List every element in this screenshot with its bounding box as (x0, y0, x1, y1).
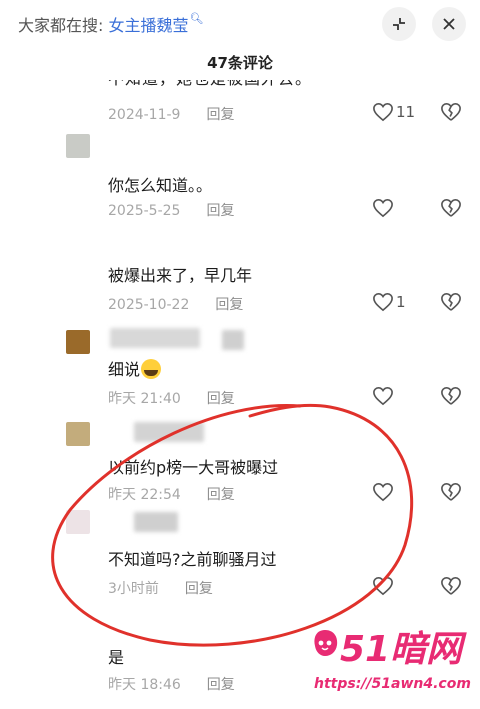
comments-header: 大家都在搜: 女主播魏莹🔍︎ 47条评论 (0, 0, 480, 80)
comment-date: 昨天 22:54 (108, 487, 181, 503)
reply-button[interactable]: 回复 (207, 391, 235, 407)
comment-text: 细说 (108, 356, 162, 380)
like-button[interactable] (372, 576, 396, 596)
reply-button[interactable]: 回复 (207, 677, 235, 693)
dislike-button[interactable] (440, 576, 462, 600)
comment-meta: 昨天 22:54 回复 (108, 484, 235, 504)
heart-icon (373, 198, 393, 218)
like-button[interactable]: 11 (372, 102, 415, 122)
broken-heart-icon (441, 482, 461, 501)
search-keyword[interactable]: 女主播魏莹 (109, 16, 189, 35)
comment-date: 2025-10-22 (108, 297, 190, 313)
comment-meta: 昨天 21:40 回复 (108, 388, 235, 408)
heart-icon (373, 102, 393, 122)
comment-meta: 2025-10-22 回复 (108, 294, 243, 314)
comment-text: 是 (108, 648, 125, 667)
search-icon: 🔍︎ (189, 12, 204, 25)
comment-meta: 2024-11-9 回复 (108, 104, 234, 124)
comment-date: 昨天 21:40 (108, 391, 181, 407)
username-blurred (110, 328, 200, 348)
watermark-url: https://51awn4.com (314, 676, 471, 692)
broken-heart-icon (441, 386, 461, 405)
broken-heart-icon (441, 576, 461, 595)
watermark: 51暗网 https://51awn4.com (310, 620, 471, 700)
comment-text: 以前约p榜一大哥被曝过 (108, 458, 279, 477)
reply-button[interactable]: 回复 (206, 203, 234, 219)
comment-meta: 3小时前 回复 (108, 578, 213, 598)
like-button[interactable] (372, 198, 396, 218)
comment-meta: 2025-5-25 回复 (108, 200, 234, 220)
like-button[interactable] (372, 386, 396, 406)
comment-date: 昨天 18:46 (108, 677, 181, 693)
broken-heart-icon (441, 198, 461, 217)
heart-icon (373, 576, 393, 596)
reply-button[interactable]: 回复 (215, 297, 243, 313)
heart-icon (373, 482, 393, 502)
like-count: 1 (396, 293, 406, 311)
comment-date: 2025-5-25 (108, 203, 181, 219)
username-blurred (134, 422, 204, 442)
comment-text: 不知道吗?之前聊骚月过 (108, 550, 277, 569)
watermark-logo: 51暗网 (340, 629, 463, 670)
dislike-button[interactable] (440, 102, 462, 126)
like-button[interactable]: 1 (372, 292, 406, 312)
comment-text: 你怎么知道。。 (108, 176, 213, 195)
comment-date: 3小时前 (108, 581, 159, 597)
reply-button[interactable]: 回复 (207, 487, 235, 503)
comment-text: 被爆出来了，早几年 (108, 266, 253, 285)
dislike-button[interactable] (440, 482, 462, 506)
comment-count-title: 47条评论 (207, 54, 273, 72)
avatar[interactable] (66, 510, 90, 534)
avatar[interactable] (66, 134, 90, 158)
collapse-button[interactable] (382, 7, 416, 41)
broken-heart-icon (441, 292, 461, 311)
broken-heart-icon (441, 102, 461, 121)
dislike-button[interactable] (440, 292, 462, 316)
avatar[interactable] (66, 330, 90, 354)
avatar[interactable] (66, 422, 90, 446)
reply-button[interactable]: 回复 (185, 581, 213, 597)
dislike-button[interactable] (440, 386, 462, 410)
reply-button[interactable]: 回复 (206, 107, 234, 123)
like-button[interactable] (372, 482, 396, 502)
search-prefix: 大家都在搜: (18, 16, 104, 35)
comment-date: 2024-11-9 (108, 107, 181, 123)
close-button[interactable] (432, 7, 466, 41)
collapse-icon (393, 18, 405, 30)
laughing-emoji-icon (141, 359, 162, 379)
comment-meta: 昨天 18:46 回复 (108, 674, 235, 694)
username-blurred (134, 512, 178, 532)
heart-icon (373, 292, 393, 312)
watermark-mascot-icon (314, 630, 338, 656)
trending-search[interactable]: 大家都在搜: 女主播魏莹🔍︎ (18, 12, 203, 36)
close-icon (443, 18, 455, 30)
heart-icon (373, 386, 393, 406)
dislike-button[interactable] (440, 198, 462, 222)
username-blurred (222, 330, 244, 350)
like-count: 11 (396, 103, 416, 121)
